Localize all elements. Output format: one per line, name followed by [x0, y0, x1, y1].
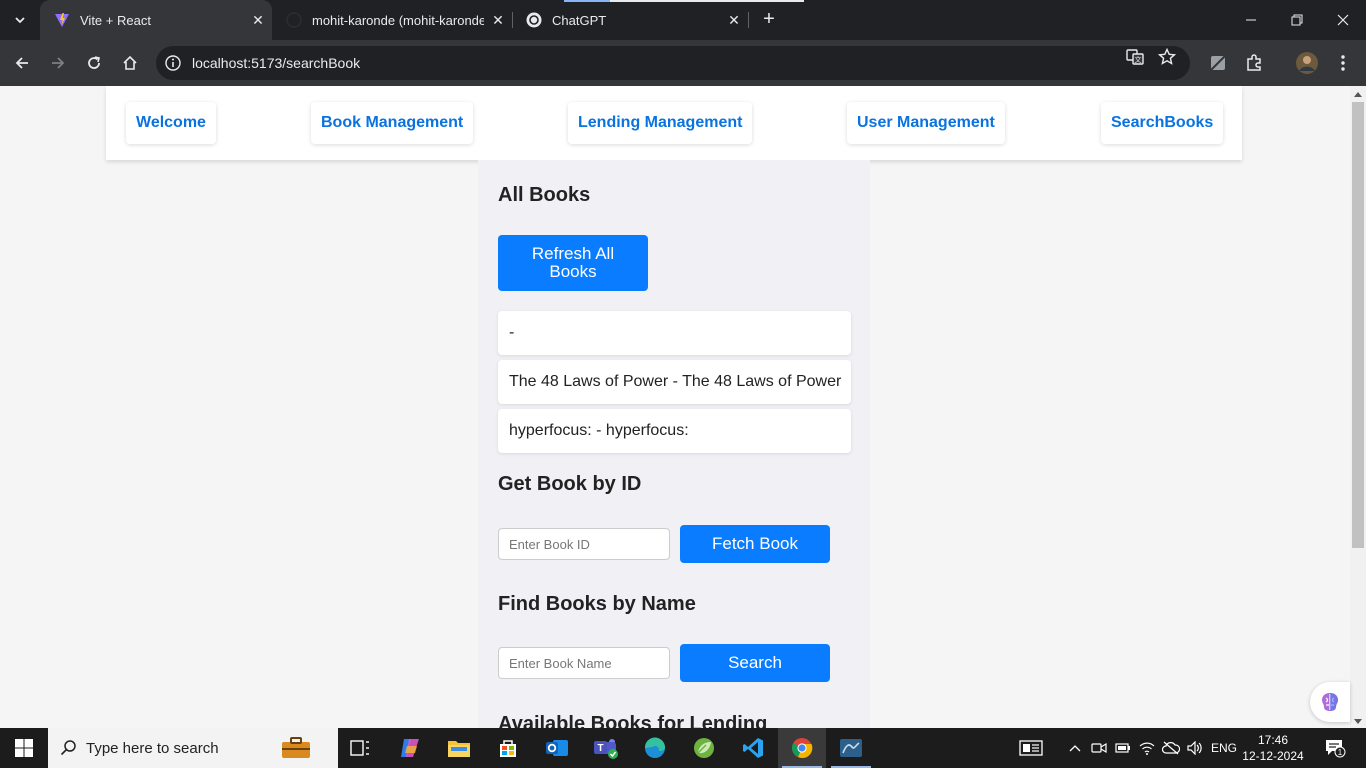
search-books-panel: All Books Refresh All Books - The 48 Law… — [478, 160, 870, 728]
battery-icon[interactable] — [1112, 728, 1134, 768]
show-hidden-icons-chevron-icon[interactable] — [1064, 728, 1086, 768]
microsoft-store-icon[interactable] — [484, 728, 532, 768]
windows-taskbar: Type here to search T ENG 17:46 12-12-20… — [0, 728, 1366, 768]
find-books-by-name-heading: Find Books by Name — [498, 593, 696, 615]
nav-search-books-link[interactable]: SearchBooks — [1101, 102, 1224, 144]
top-navbar: Welcome Book Management Lending Manageme… — [106, 86, 1242, 160]
scroll-up-arrow-icon[interactable] — [1354, 92, 1362, 97]
fetch-book-button[interactable]: Fetch Book — [680, 525, 830, 563]
nav-book-management-link[interactable]: Book Management — [311, 102, 474, 144]
volume-icon[interactable] — [1184, 728, 1206, 768]
spring-tool-suite-icon[interactable] — [680, 728, 728, 768]
github-icon — [286, 12, 302, 28]
nav-user-management-link[interactable]: User Management — [847, 102, 1005, 144]
scrollbar-thumb[interactable] — [1352, 102, 1364, 548]
task-view-icon[interactable] — [336, 728, 384, 768]
notification-count: 1 — [1338, 748, 1343, 757]
nav-lending-management-link[interactable]: Lending Management — [568, 102, 753, 144]
search-button[interactable]: Search — [680, 644, 830, 682]
book-list-item[interactable]: - — [498, 311, 851, 355]
more-menu-icon[interactable] — [1330, 50, 1356, 76]
tab-chatgpt[interactable]: ChatGPT ✕ — [512, 0, 748, 40]
available-books-heading: Available Books for Lending — [498, 713, 768, 728]
get-book-by-id-heading: Get Book by ID — [498, 473, 642, 495]
new-tab-plus-icon[interactable]: + — [758, 8, 780, 30]
book-list-item[interactable]: The 48 Laws of Power - The 48 Laws of Po… — [498, 360, 851, 404]
bookmark-star-icon[interactable] — [1158, 48, 1176, 66]
tab-title: Vite + React — [80, 12, 151, 28]
site-info-icon[interactable] — [164, 54, 182, 72]
home-icon[interactable] — [117, 50, 143, 76]
page-viewport: Welcome Book Management Lending Manageme… — [0, 86, 1350, 728]
book-id-input[interactable] — [498, 528, 670, 560]
back-arrow-icon[interactable] — [9, 50, 35, 76]
edge-icon[interactable] — [631, 728, 679, 768]
wifi-icon[interactable] — [1136, 728, 1158, 768]
taskbar-search-box[interactable]: Type here to search — [48, 728, 338, 768]
chevron-down-icon — [15, 17, 25, 24]
chrome-icon[interactable] — [778, 728, 826, 768]
chatgpt-icon — [526, 12, 542, 28]
refresh-all-books-button[interactable]: Refresh All Books — [498, 235, 648, 291]
reload-icon[interactable] — [81, 50, 107, 76]
forward-arrow-icon[interactable] — [45, 50, 71, 76]
meet-now-icon[interactable] — [1088, 728, 1110, 768]
close-tab-icon[interactable]: ✕ — [244, 12, 272, 29]
tab-vite-react[interactable]: Vite + React ✕ — [40, 0, 272, 40]
outlook-icon[interactable] — [533, 728, 581, 768]
news-widget-icon[interactable] — [1016, 728, 1046, 768]
svg-text:文: 文 — [1135, 55, 1142, 64]
taskbar-clock[interactable]: 17:46 12-12-2024 — [1238, 732, 1308, 764]
page-scrollbar[interactable] — [1350, 86, 1366, 728]
browser-tab-strip: Vite + React ✕ mohit-karonde (mohit-karo… — [0, 0, 1366, 40]
browser-toolbar: localhost:5173/searchBook 文 — [0, 40, 1366, 86]
briefcase-icon — [282, 737, 310, 758]
tab-search-button[interactable] — [8, 8, 32, 32]
tab-title: ChatGPT — [552, 12, 607, 28]
svg-text:T: T — [597, 743, 603, 754]
all-books-heading: All Books — [498, 184, 591, 206]
tab-github[interactable]: mohit-karonde (mohit-karonde) ✕ — [272, 0, 512, 40]
tab-title: mohit-karonde (mohit-karonde) — [312, 12, 484, 28]
file-explorer-icon[interactable] — [435, 728, 483, 768]
notifications-icon[interactable]: 1 — [1320, 728, 1350, 768]
clock-time: 17:46 — [1257, 733, 1289, 747]
vite-icon — [55, 13, 69, 27]
url-text: localhost:5173/searchBook — [192, 55, 361, 71]
book-list-item[interactable]: hyperfocus: - hyperfocus: — [498, 409, 851, 453]
windows-start-icon[interactable] — [0, 728, 48, 768]
teams-icon[interactable]: T — [582, 728, 630, 768]
clock-date: 12-12-2024 — [1242, 749, 1304, 763]
minimize-icon[interactable] — [1228, 0, 1274, 40]
close-tab-icon[interactable]: ✕ — [720, 12, 748, 29]
close-tab-icon[interactable]: ✕ — [484, 12, 512, 29]
taskbar-search-placeholder: Type here to search — [86, 739, 219, 757]
scroll-down-arrow-icon[interactable] — [1354, 719, 1362, 724]
translate-icon[interactable]: 文 — [1126, 48, 1144, 66]
close-window-icon[interactable] — [1320, 0, 1366, 40]
vscode-icon[interactable] — [729, 728, 777, 768]
restore-icon[interactable] — [1274, 0, 1320, 40]
book-name-input[interactable] — [498, 647, 670, 679]
profile-avatar[interactable] — [1294, 50, 1320, 76]
assistant-brain-icon[interactable] — [1310, 682, 1350, 722]
mysql-workbench-icon[interactable] — [827, 728, 875, 768]
address-bar[interactable]: localhost:5173/searchBook — [156, 46, 1190, 80]
nav-welcome-link[interactable]: Welcome — [126, 102, 216, 144]
extension-square-icon[interactable] — [1205, 50, 1231, 76]
tab-loading-indicator — [564, 0, 804, 2]
search-icon — [60, 740, 76, 756]
network-cloud-icon[interactable] — [1160, 728, 1182, 768]
extensions-puzzle-icon[interactable] — [1241, 50, 1267, 76]
copilot-icon[interactable] — [386, 728, 434, 768]
language-indicator[interactable]: ENG — [1208, 728, 1240, 768]
tab-separator — [748, 12, 749, 28]
